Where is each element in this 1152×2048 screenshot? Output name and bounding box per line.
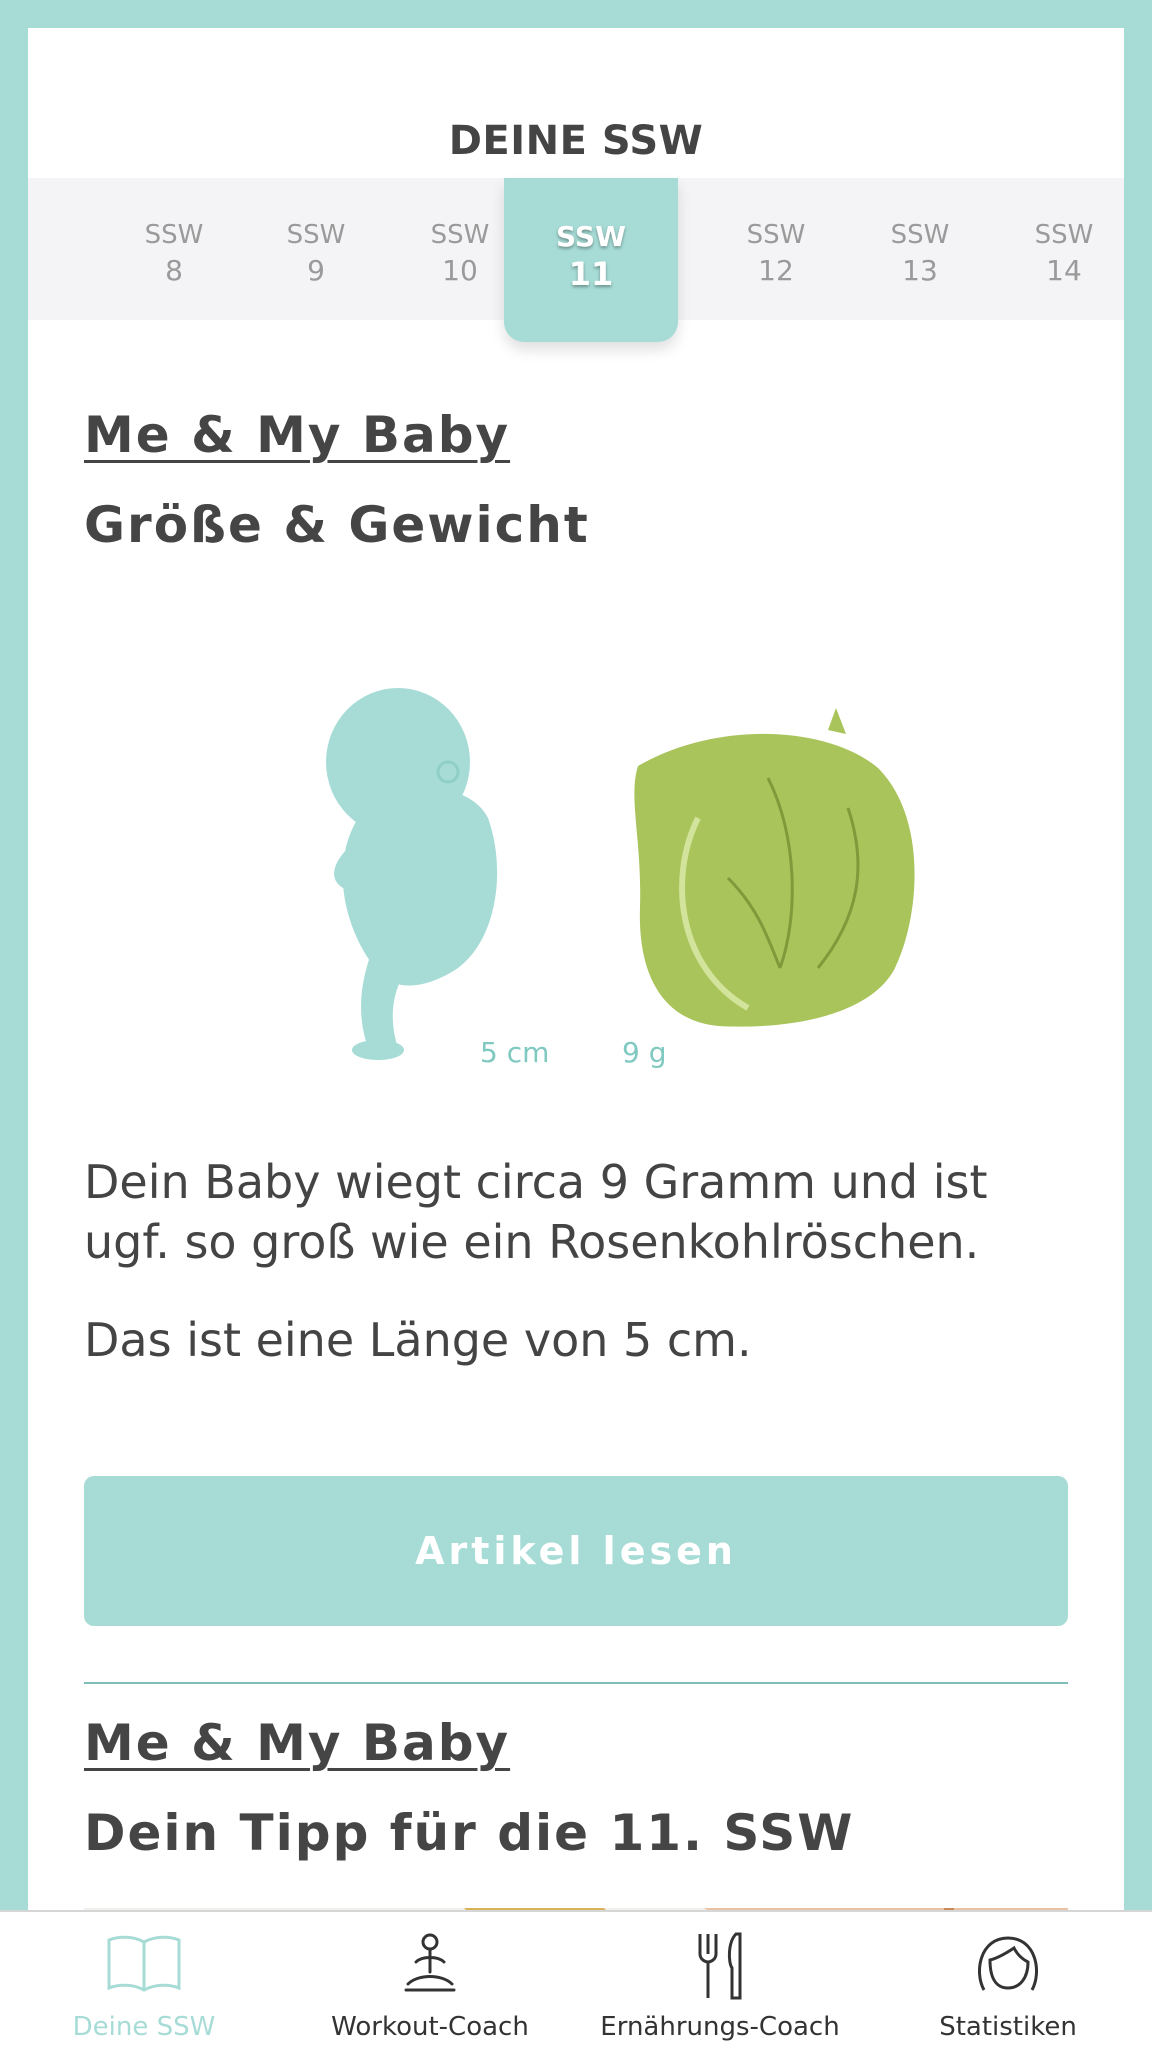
week-number: 14	[1046, 254, 1082, 287]
section-kicker-link[interactable]: Me & My Baby	[84, 1714, 510, 1772]
week-tab-14[interactable]: SSW 14	[994, 178, 1124, 320]
brussels-sprout-illustration	[634, 708, 915, 1027]
tab-label: Workout-Coach	[331, 2012, 529, 2042]
size-description: Dein Baby wiegt circa 9 Gramm und ist ug…	[84, 1155, 988, 1269]
week-label: SSW	[1034, 220, 1094, 250]
bottom-tab-bar: Deine SSW Workout-Coach Ernährungs-Coach…	[0, 1910, 1152, 2048]
length-description: Das ist eine Länge von 5 cm.	[84, 1313, 752, 1367]
week-label: SSW	[286, 220, 346, 250]
fetus-illustration	[326, 688, 498, 1060]
week-number: 11	[568, 255, 614, 293]
section-title: Größe & Gewicht	[84, 496, 590, 554]
tab-label: Ernährungs-Coach	[600, 2012, 840, 2042]
meditation-icon	[404, 1933, 456, 1992]
main-card: DEINE SSW SSW 8 SSW 9 SSW 10 SSW 12 SSW …	[28, 28, 1124, 2048]
length-value: 5 cm	[480, 1036, 550, 1069]
tab-statistiken[interactable]: Statistiken	[888, 1912, 1128, 2048]
tab-label: Statistiken	[939, 2012, 1077, 2042]
week-tab-12[interactable]: SSW 12	[706, 178, 846, 320]
week-label: SSW	[556, 220, 626, 253]
week-number: 13	[902, 254, 938, 287]
open-book-icon	[107, 1935, 181, 1992]
week-number: 12	[758, 254, 794, 287]
tip-title: Dein Tipp für die 11. SSW	[84, 1804, 855, 1862]
fork-knife-icon	[698, 1932, 742, 2000]
tab-workout-coach[interactable]: Workout-Coach	[310, 1912, 550, 2048]
weight-value: 9 g	[622, 1036, 667, 1069]
week-label: SSW	[144, 220, 204, 250]
tab-label: Deine SSW	[72, 2012, 216, 2042]
woman-face-icon	[977, 1936, 1039, 1991]
week-tab-8[interactable]: SSW 8	[104, 178, 244, 320]
week-tab-9[interactable]: SSW 9	[246, 178, 386, 320]
section-kicker-link[interactable]: Me & My Baby	[84, 406, 510, 464]
read-article-button[interactable]: Artikel lesen	[84, 1476, 1068, 1626]
tab-deine-ssw[interactable]: Deine SSW	[24, 1912, 264, 2048]
week-tab-13[interactable]: SSW 13	[850, 178, 990, 320]
tab-ernaehrungs-coach[interactable]: Ernährungs-Coach	[590, 1912, 850, 2048]
page-title: DEINE SSW	[448, 118, 704, 164]
week-tab-11-active[interactable]: SSW 11	[504, 178, 678, 342]
week-label: SSW	[890, 220, 950, 250]
week-number: 9	[307, 254, 325, 287]
week-label: SSW	[746, 220, 806, 250]
size-comparison-illustration	[326, 688, 915, 1060]
week-number: 8	[165, 254, 183, 287]
section-divider	[84, 1682, 1068, 1684]
